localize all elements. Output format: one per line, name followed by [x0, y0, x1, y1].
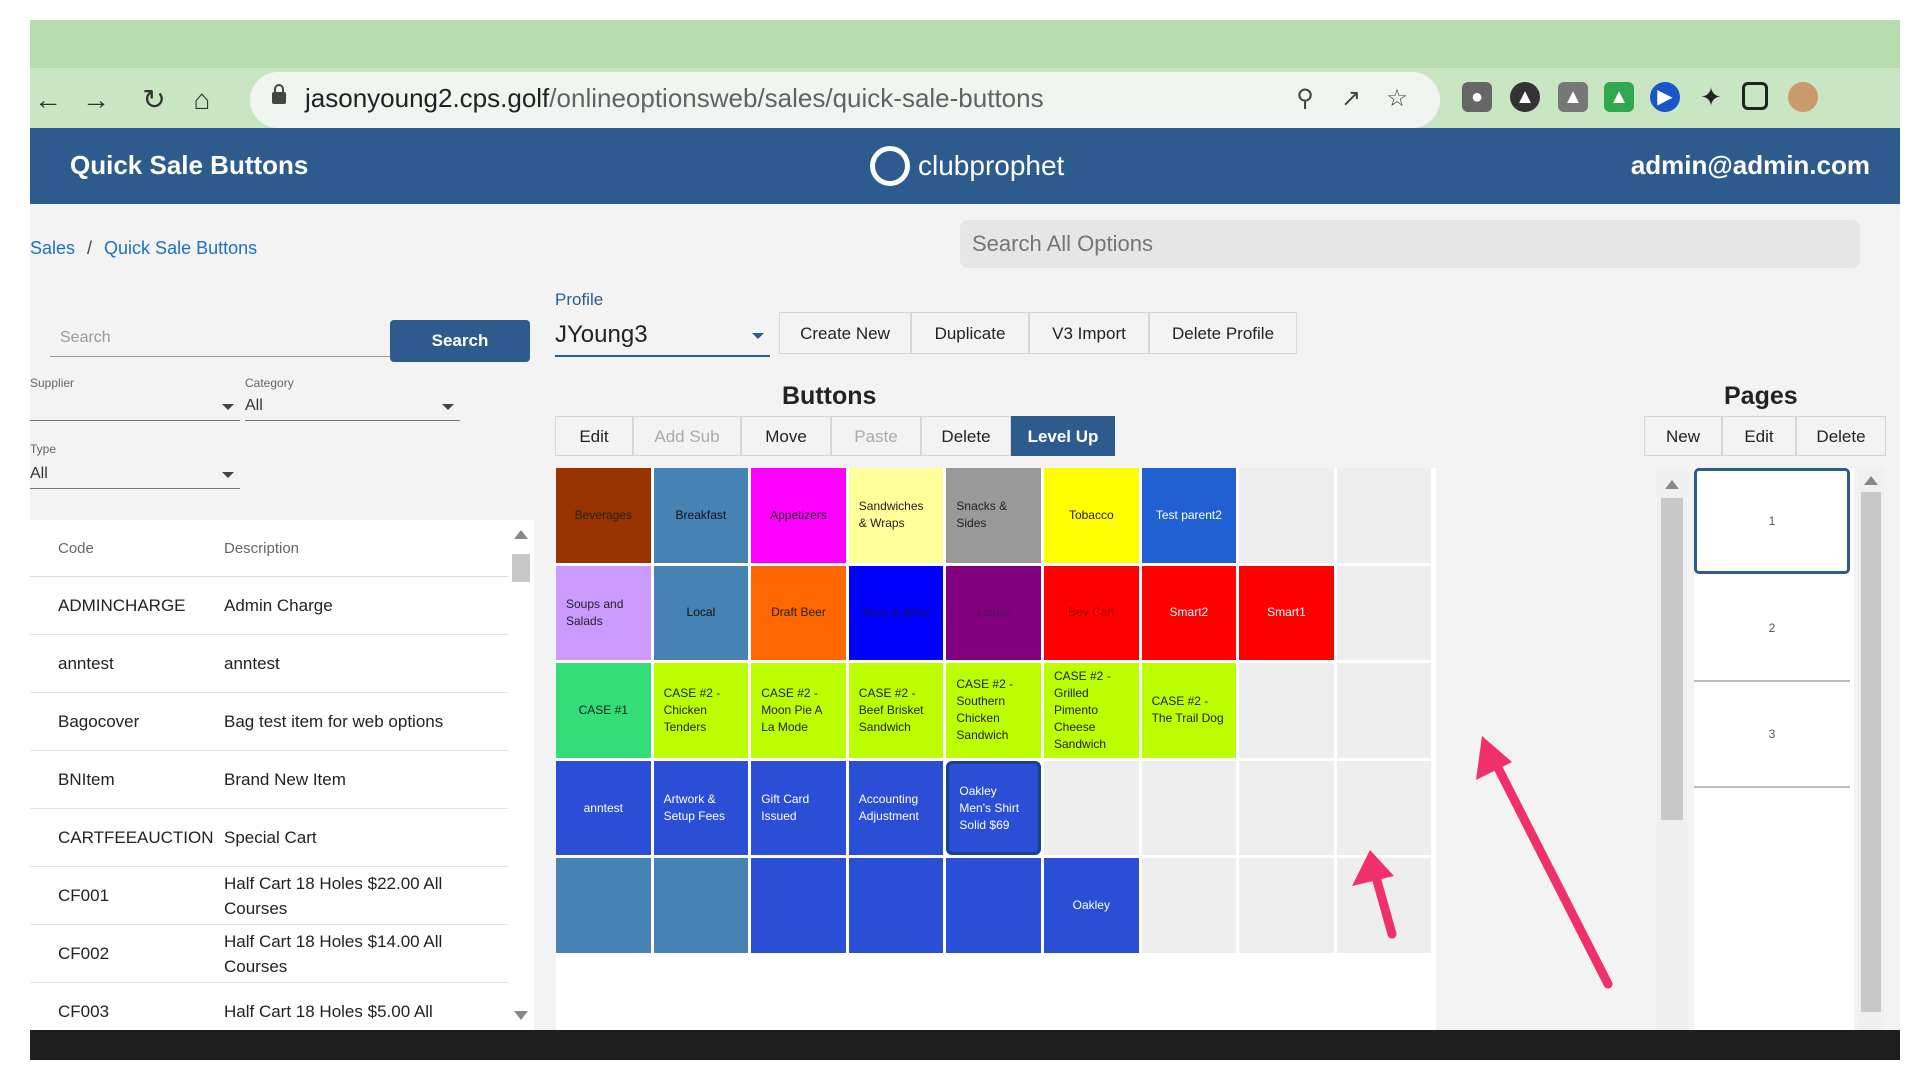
annotation-arrows: [1352, 736, 1613, 989]
annotation-arrowhead-1: [1352, 850, 1394, 886]
screenshot-frame: ← → ↻ ⌂ jasonyoung2.cps.golf/onlineoptio…: [30, 20, 1900, 1060]
taskbar: [30, 1030, 1900, 1060]
annotation-arrowhead-2: [1476, 736, 1512, 780]
annotation-arrow-2: [1487, 751, 1613, 989]
